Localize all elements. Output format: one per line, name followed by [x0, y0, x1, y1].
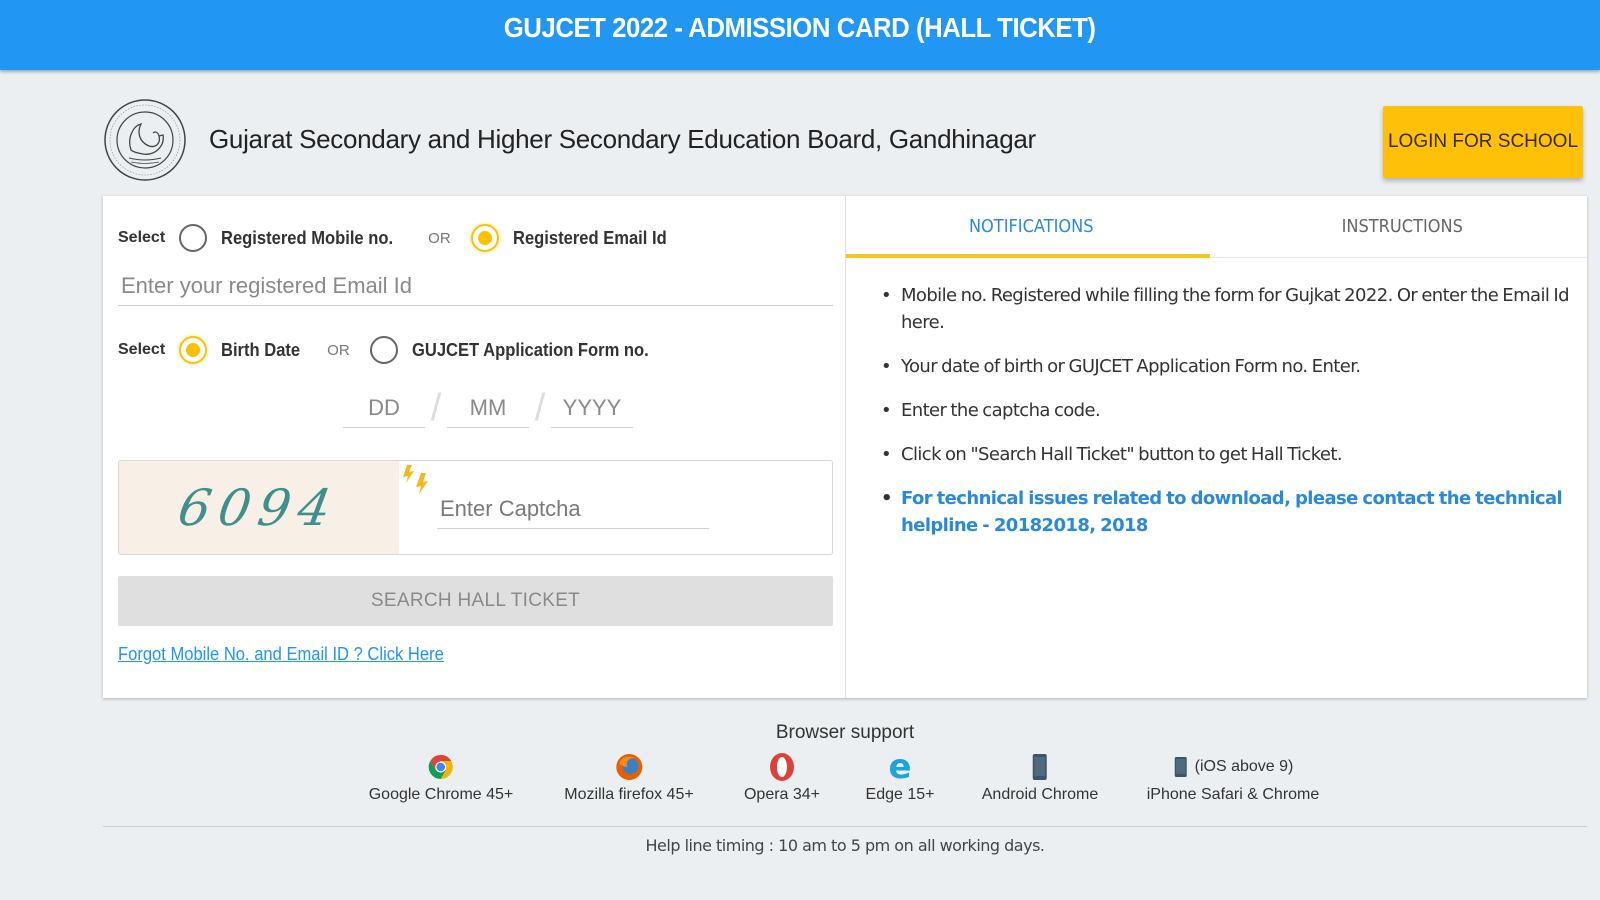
auth-type-selector: Select Birth Date OR GUJCET Application … — [118, 336, 669, 364]
radio-label-mobile: Registered Mobile no. — [221, 227, 394, 248]
radio-label-birth-date: Birth Date — [221, 339, 301, 360]
hall-ticket-card: Select Registered Mobile no. OR Register… — [103, 196, 1587, 698]
browser-support-list: Google Chrome 45+ Mozilla firefox 45+ Op… — [0, 747, 1600, 812]
info-panel: NOTIFICATIONS INSTRUCTIONS Mobile no. Re… — [846, 196, 1587, 698]
browser-name: iPhone Safari & Chrome — [1146, 786, 1320, 803]
edge-icon: e — [888, 747, 912, 787]
radio-registered-email[interactable] — [470, 224, 499, 252]
captcha-box: 6094 — [118, 460, 833, 555]
select-label: Select — [118, 341, 166, 358]
radio-registered-mobile[interactable] — [179, 224, 208, 252]
login-for-school-button[interactable]: LOGIN FOR SCHOOL — [1383, 106, 1583, 178]
browser-name: Edge 15+ — [865, 786, 935, 803]
notification-item: Click on "Search Hall Ticket" button to … — [881, 441, 1571, 468]
iphone-row: (iOS above 9) — [1173, 752, 1294, 782]
info-tabs: NOTIFICATIONS INSTRUCTIONS — [846, 196, 1587, 258]
dob-year-input[interactable] — [551, 388, 633, 428]
board-header: Gujarat Secondary and Higher Secondary E… — [103, 98, 1583, 184]
browser-name: Mozilla firefox 45+ — [564, 786, 694, 803]
refresh-captcha-icon[interactable] — [399, 461, 435, 497]
radio-application-form-no[interactable] — [369, 336, 398, 364]
helpline-timing: Help line timing : 10 am to 5 pm on all … — [645, 836, 1046, 855]
browser-name: Android Chrome — [981, 786, 1099, 803]
select-label: Select — [118, 229, 166, 246]
browser-item-firefox: Mozilla firefox 45+ — [564, 752, 694, 804]
radio-birth-date[interactable] — [179, 336, 208, 364]
board-name: Gujarat Secondary and Higher Secondary E… — [209, 124, 1036, 154]
browser-name: Google Chrome 45+ — [368, 786, 514, 803]
browser-name: Opera 34+ — [743, 786, 821, 803]
or-label: OR — [327, 341, 350, 359]
firefox-icon — [614, 752, 644, 782]
iphone-icon — [1173, 752, 1189, 782]
forgot-credentials-link[interactable]: Forgot Mobile No. and Email ID ? Click H… — [118, 644, 444, 665]
board-logo-icon — [104, 99, 186, 181]
top-app-bar: GUJCET 2022 - ADMISSION CARD (HALL TICKE… — [0, 0, 1600, 70]
android-phone-icon — [1025, 752, 1055, 782]
or-label: OR — [428, 229, 451, 247]
captcha-code: 6094 — [174, 478, 344, 537]
birth-date-fields: / / — [343, 388, 633, 428]
tab-instructions[interactable]: INSTRUCTIONS — [1235, 196, 1568, 257]
date-separator: / — [430, 387, 442, 429]
browser-item-edge: e Edge 15+ — [865, 747, 935, 804]
browser-item-chrome: Google Chrome 45+ — [368, 752, 514, 804]
chrome-icon — [426, 752, 456, 782]
browser-item-iphone: (iOS above 9) iPhone Safari & Chrome — [1146, 752, 1320, 804]
browser-item-opera: Opera 34+ — [744, 752, 820, 804]
tab-notifications[interactable]: NOTIFICATIONS — [865, 196, 1198, 257]
dob-day-input[interactable] — [343, 388, 425, 428]
active-tab-indicator — [846, 254, 1210, 258]
footer-divider — [103, 826, 1587, 827]
notification-item: Your date of birth or GUJCET Application… — [881, 353, 1571, 380]
email-input[interactable] — [118, 266, 833, 306]
id-type-selector: Select Registered Mobile no. OR Register… — [118, 224, 680, 252]
notification-item: Enter the captcha code. — [881, 397, 1571, 424]
ios-version-note: (iOS above 9) — [1194, 758, 1294, 775]
notification-item: Mobile no. Registered while filling the … — [881, 282, 1571, 336]
browser-item-android: Android Chrome — [981, 752, 1099, 804]
browser-support-title: Browser support — [775, 722, 915, 743]
search-form: Select Registered Mobile no. OR Register… — [103, 196, 846, 698]
dob-month-input[interactable] — [447, 388, 529, 428]
notifications-list: Mobile no. Registered while filling the … — [881, 282, 1571, 556]
notification-helpline: For technical issues related to download… — [881, 485, 1571, 539]
page-title: GUJCET 2022 - ADMISSION CARD (HALL TICKE… — [504, 12, 1096, 43]
date-separator: / — [534, 387, 546, 429]
radio-label-application-form: GUJCET Application Form no. — [411, 339, 649, 360]
captcha-image: 6094 — [119, 461, 399, 554]
search-hall-ticket-button[interactable]: SEARCH HALL TICKET — [118, 576, 833, 626]
opera-icon — [767, 752, 797, 782]
radio-label-email: Registered Email Id — [512, 227, 667, 248]
captcha-input[interactable] — [437, 489, 709, 529]
